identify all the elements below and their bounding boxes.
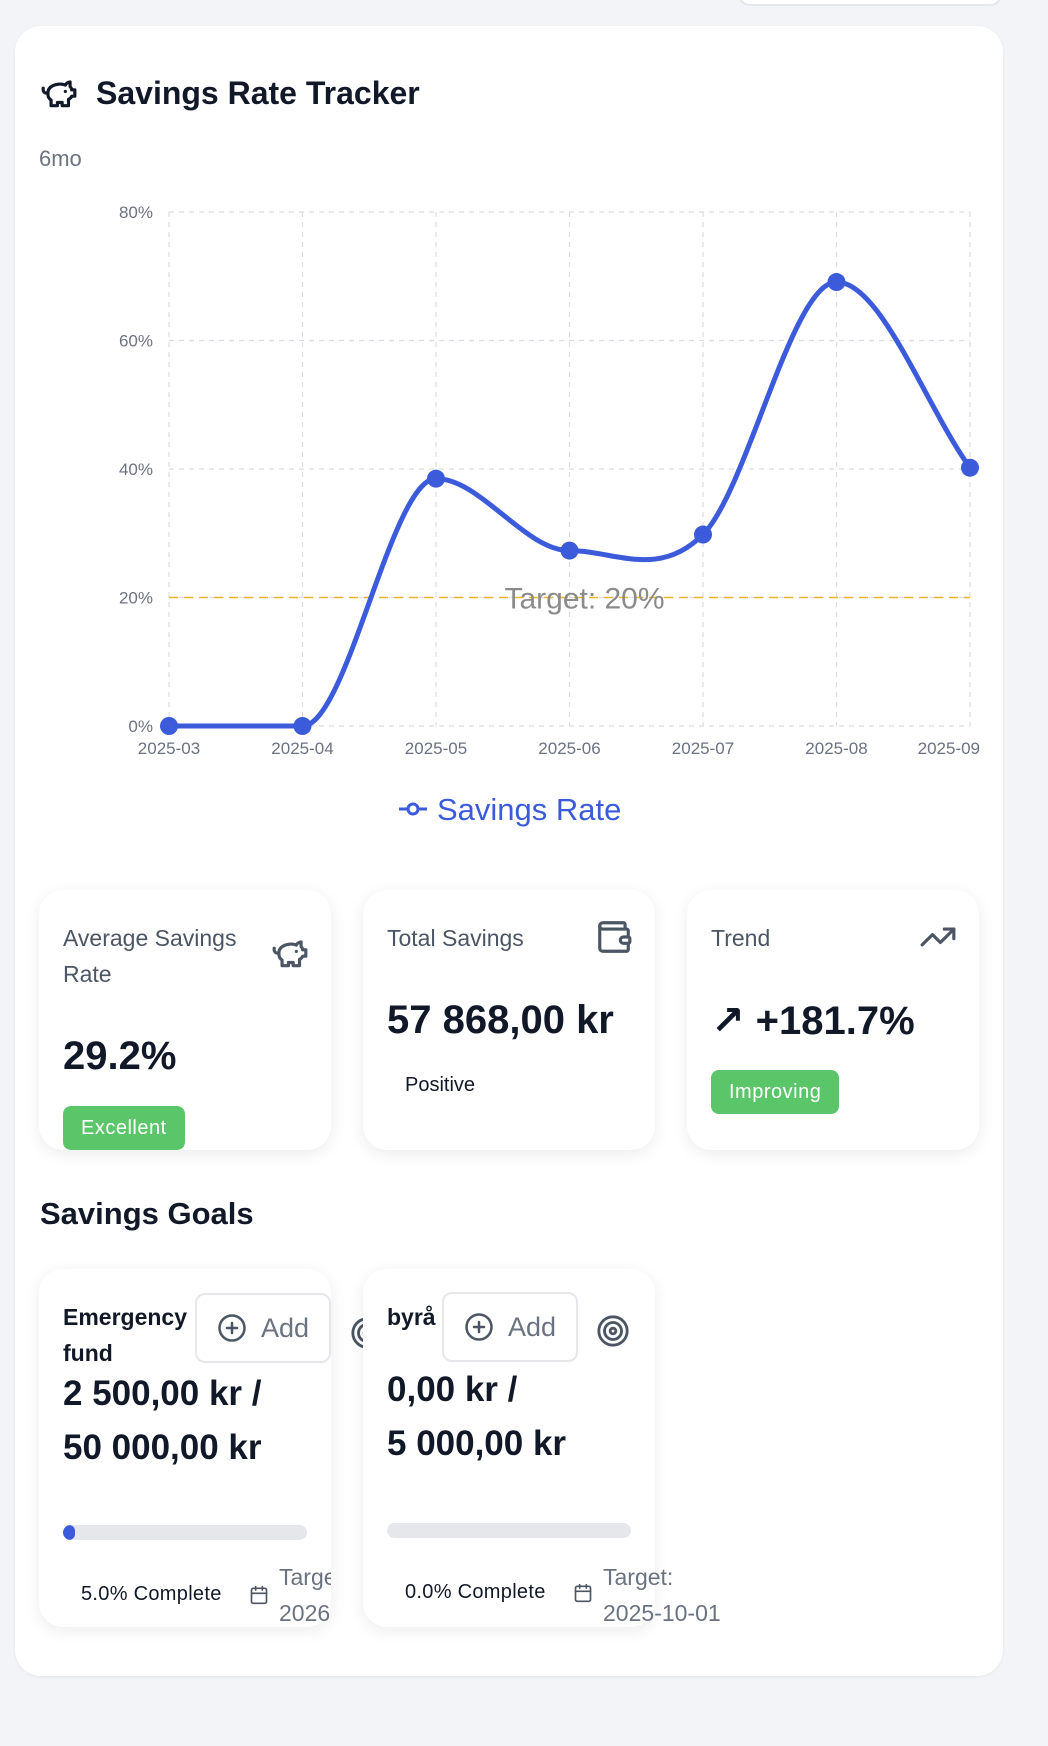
data-point [160,717,178,735]
goal-amount: 0,00 kr / 5 000,00 kr [387,1370,567,1463]
stat-value: 57 868,00 kr [387,998,614,1042]
legend-label: Savings Rate [437,792,621,827]
x-axis-ticks: 2025-03 2025-04 2025-05 2025-06 2025-07 2025-… [138,739,980,758]
stat-card-trend: Trend ↗ +181.7% Improving [687,890,979,1150]
data-point [560,541,579,560]
stat-value: 29.2% [63,1034,177,1078]
chart-grid [168,211,971,727]
goal-name: byrå [387,1304,436,1330]
top-dropdown-stub[interactable] [738,0,1002,6]
chart-legend: Savings Rate [399,792,621,827]
stat-label: Total Savings [387,925,524,951]
status-badge: Improving [711,1070,840,1114]
stat-value: ↗ +181.7% [711,999,915,1043]
add-funds-button[interactable]: Add [195,1293,332,1363]
target-reference-line: Target: 20% [169,583,970,616]
data-point [961,458,979,477]
wallet-icon [598,921,632,953]
x-tick-label: 2025-03 [138,739,200,758]
goal-name: Emergency fund [63,1304,188,1366]
goal-target-date: Target: 2026-0 [279,1564,331,1626]
x-tick-label: 2025-07 [672,739,734,758]
target-icon[interactable] [596,1314,630,1348]
add-button-label: Add [261,1312,310,1343]
status-badge: Excellent [63,1106,185,1150]
y-tick-label: 20% [119,589,153,608]
stat-card-total: Total Savings 57 868,00 kr Positive [363,890,655,1150]
goal-progress-fill [63,1525,76,1540]
x-tick-label: 2025-09 [918,739,980,758]
stat-label: Average Savings Rate [63,925,237,987]
x-tick-label: 2025-08 [805,739,867,758]
goal-target-date: Target: 2025-10-01 [603,1564,721,1626]
goal-percent-complete: 0.0% Complete [405,1581,546,1603]
data-point [694,525,712,544]
status-badge: Positive [405,1074,476,1096]
target-line-label: Target: 20% [504,583,664,616]
data-point [293,717,312,735]
data-point [427,469,445,488]
goal-progress-bar [387,1523,631,1538]
goal-progress-bar [63,1525,307,1540]
add-button-label: Add [508,1311,557,1342]
legend-marker [406,802,420,816]
goal-amount: 2 500,00 kr / 50 000,00 kr [63,1374,262,1467]
calendar-icon [574,1583,592,1603]
calendar-icon [250,1585,268,1605]
x-tick-label: 2025-06 [538,739,600,758]
y-axis-ticks: 0% 20% 40% 60% 80% [119,203,153,736]
target-icon [351,1317,363,1349]
x-tick-label: 2025-05 [405,739,467,758]
plus-circle-icon [465,1313,493,1341]
y-tick-label: 60% [119,332,153,351]
y-tick-label: 80% [119,203,153,222]
data-point [827,273,846,292]
stat-label: Trend [711,925,771,951]
x-tick-label: 2025-04 [271,739,333,758]
add-funds-button[interactable]: Add [442,1292,579,1362]
savings-rate-chart: 0%20%40%60%80% 2025-03 2025-04 2025-05 2025… [119,203,980,827]
y-tick-label: 0% [128,717,153,736]
trending-up-icon [920,927,956,947]
stat-card-average: Average Savings Rate 29.2% Excellent [39,890,331,1150]
y-tick-label: 40% [119,460,153,479]
plus-circle-icon [218,1314,246,1342]
savings-rate-card: Savings Rate Tracker 6mo 0% 20% 40% 60% 80% … [15,26,1003,1676]
piggy-bank-icon [272,940,308,968]
goals-section-title: Savings Goals [40,1196,254,1231]
goal-percent-complete: 5.0% Complete [81,1583,222,1605]
